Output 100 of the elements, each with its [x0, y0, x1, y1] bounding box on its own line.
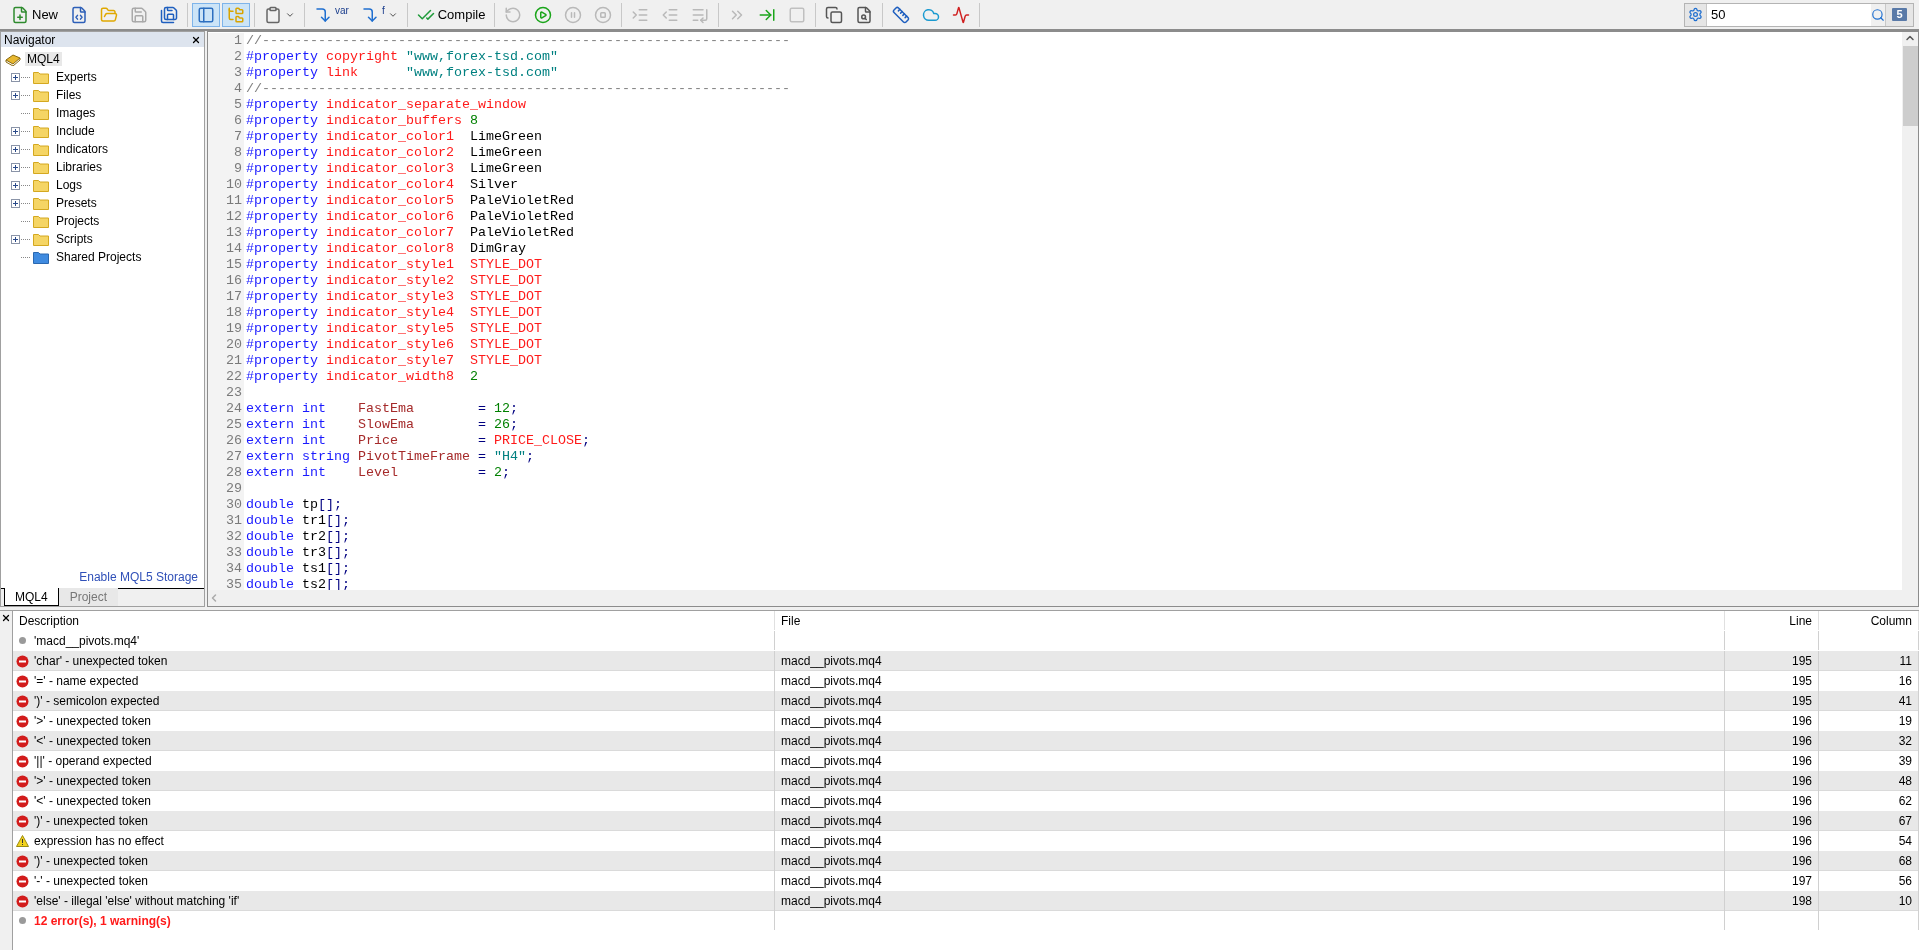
- tree-item[interactable]: Files: [54, 88, 84, 102]
- column-header[interactable]: Description: [13, 611, 775, 630]
- description-text: '>' - unexpected token: [34, 774, 151, 788]
- table-row[interactable]: '||' - operand expected macd__pivots.mq4 196 39: [13, 751, 1919, 771]
- line-number: 5: [208, 97, 244, 113]
- code-token: #property: [246, 177, 319, 192]
- expand-icon[interactable]: [11, 162, 20, 172]
- code-token: 2: [469, 369, 478, 384]
- table-row[interactable]: '>' - unexpected token macd__pivots.mq4 196 19: [13, 711, 1919, 731]
- tree-item[interactable]: Presets: [54, 196, 99, 210]
- code-token: STYLE_DOT: [469, 305, 542, 320]
- description-text: 'else' - illegal 'else' without matching 'if': [34, 894, 240, 908]
- table-row[interactable]: '>' - unexpected token macd__pivots.mq4 196 48: [13, 771, 1919, 791]
- tree-item[interactable]: Libraries: [54, 160, 105, 174]
- code-token: //------------------------------------------------------------------: [246, 33, 790, 48]
- code-token: STYLE_DOT: [469, 273, 542, 288]
- expand-icon[interactable]: [11, 234, 20, 244]
- expand-icon[interactable]: [11, 90, 20, 100]
- tree-item[interactable]: Indicators: [54, 142, 111, 156]
- table-row[interactable]: 'char' - unexpected token macd__pivots.mq4 195 11: [13, 651, 1919, 671]
- code-token: double: [246, 513, 295, 528]
- insert-button[interactable]: var: [309, 2, 354, 27]
- tree-item[interactable]: Shared Projects: [54, 250, 144, 264]
- insert-button[interactable]: f: [355, 2, 403, 27]
- line-number: 13: [208, 225, 244, 241]
- tree-item[interactable]: Scripts: [54, 232, 95, 246]
- code-token: #property: [246, 305, 319, 320]
- compile-button[interactable]: Compile: [411, 2, 491, 27]
- line-number: 17: [208, 289, 244, 305]
- table-row[interactable]: '<' - unexpected token macd__pivots.mq4 196 62: [13, 791, 1919, 811]
- layout-button[interactable]: [192, 2, 220, 27]
- code-token: STYLE_DOT: [469, 337, 542, 352]
- save-all-icon: [160, 5, 178, 24]
- line-number: 34: [208, 561, 244, 577]
- copy-icon: [825, 5, 844, 24]
- error-icon: [16, 694, 29, 708]
- tree-item[interactable]: Logs: [54, 178, 85, 192]
- line-number: 2: [208, 49, 244, 65]
- column-header[interactable]: Column: [1819, 611, 1919, 630]
- tree-item[interactable]: MQL4: [25, 52, 62, 66]
- expand-icon[interactable]: [11, 126, 20, 136]
- tab[interactable]: MQL4: [4, 588, 59, 606]
- table-row[interactable]: expression has no effect macd__pivots.mq4 196 54: [13, 831, 1919, 851]
- expand-icon[interactable]: [11, 198, 20, 208]
- code-token: =: [477, 449, 487, 464]
- expand-icon[interactable]: [11, 180, 20, 190]
- line-number: 26: [208, 433, 244, 449]
- code-token: PivotTimeFrame: [358, 449, 471, 464]
- code-editor[interactable]: [207, 31, 1919, 607]
- line-number: 29: [208, 481, 244, 497]
- file-plus-icon: [11, 5, 29, 24]
- column-header[interactable]: Line: [1725, 611, 1819, 630]
- code-token: tp: [302, 497, 318, 512]
- horizontal-scrollbar[interactable]: [208, 590, 1902, 606]
- code-token: double: [246, 577, 295, 590]
- code-token: extern int: [246, 433, 327, 448]
- code-token: ts2: [302, 577, 326, 590]
- code-token: extern string: [246, 449, 351, 464]
- table-row[interactable]: ')' - unexpected token macd__pivots.mq4 196 67: [13, 811, 1919, 831]
- table-row[interactable]: ')' - unexpected token macd__pivots.mq4 196 68: [13, 851, 1919, 871]
- line-number: 24: [208, 401, 244, 417]
- tree-item[interactable]: Include: [54, 124, 97, 138]
- table-row[interactable]: '<' - unexpected token macd__pivots.mq4 196 32: [13, 731, 1919, 751]
- tree-item[interactable]: Projects: [54, 214, 102, 228]
- table-row[interactable]: '=' - name expected macd__pivots.mq4 195 16: [13, 671, 1919, 691]
- line-number: 10: [208, 177, 244, 193]
- code-token: #property: [246, 321, 319, 336]
- folder-icon: [33, 250, 49, 264]
- code-token: #property: [246, 97, 319, 112]
- tab[interactable]: Project: [58, 588, 119, 606]
- storage-link[interactable]: Enable MQL5 Storage: [79, 570, 198, 584]
- code-token: SlowEma: [358, 417, 415, 432]
- folder-icon: [33, 196, 49, 210]
- close-icon[interactable]: [191, 34, 201, 45]
- table-row[interactable]: ')' - semicolon expected macd__pivots.mq4 195 41: [13, 691, 1919, 711]
- code-token: ;: [581, 433, 590, 448]
- folders-button[interactable]: [222, 2, 250, 27]
- table-row[interactable]: '-' - unexpected token macd__pivots.mq4 197 56: [13, 871, 1919, 891]
- column-header[interactable]: File: [775, 611, 1725, 630]
- code-token: indicator_color2: [326, 145, 455, 160]
- code-token: 12: [493, 401, 510, 416]
- code-token: ;: [525, 449, 534, 464]
- error-icon: [16, 814, 29, 828]
- new-button[interactable]: New: [6, 2, 63, 27]
- tree-item[interactable]: Images: [54, 106, 98, 120]
- table-row[interactable]: 'else' - illegal 'else' without matching 'if' macd__pivots.mq4 198 10: [13, 891, 1919, 911]
- expand-icon[interactable]: [11, 144, 20, 154]
- line-number: 6: [208, 113, 244, 129]
- scroll-thumb[interactable]: [1902, 46, 1918, 126]
- tree-item[interactable]: Experts: [54, 70, 99, 84]
- code-token: PaleVioletRed: [469, 209, 574, 224]
- close-icon[interactable]: [1, 613, 11, 623]
- line-number: 27: [208, 449, 244, 465]
- code-token: [];: [326, 545, 350, 560]
- vertical-scrollbar[interactable]: [1902, 32, 1918, 590]
- description-text: '-' - unexpected token: [34, 874, 148, 888]
- code-token: indicator_color8: [326, 241, 455, 256]
- expand-icon[interactable]: [11, 72, 20, 82]
- code-token: 26: [493, 417, 510, 432]
- description-text: 'macd__pivots.mq4': [34, 633, 140, 648]
